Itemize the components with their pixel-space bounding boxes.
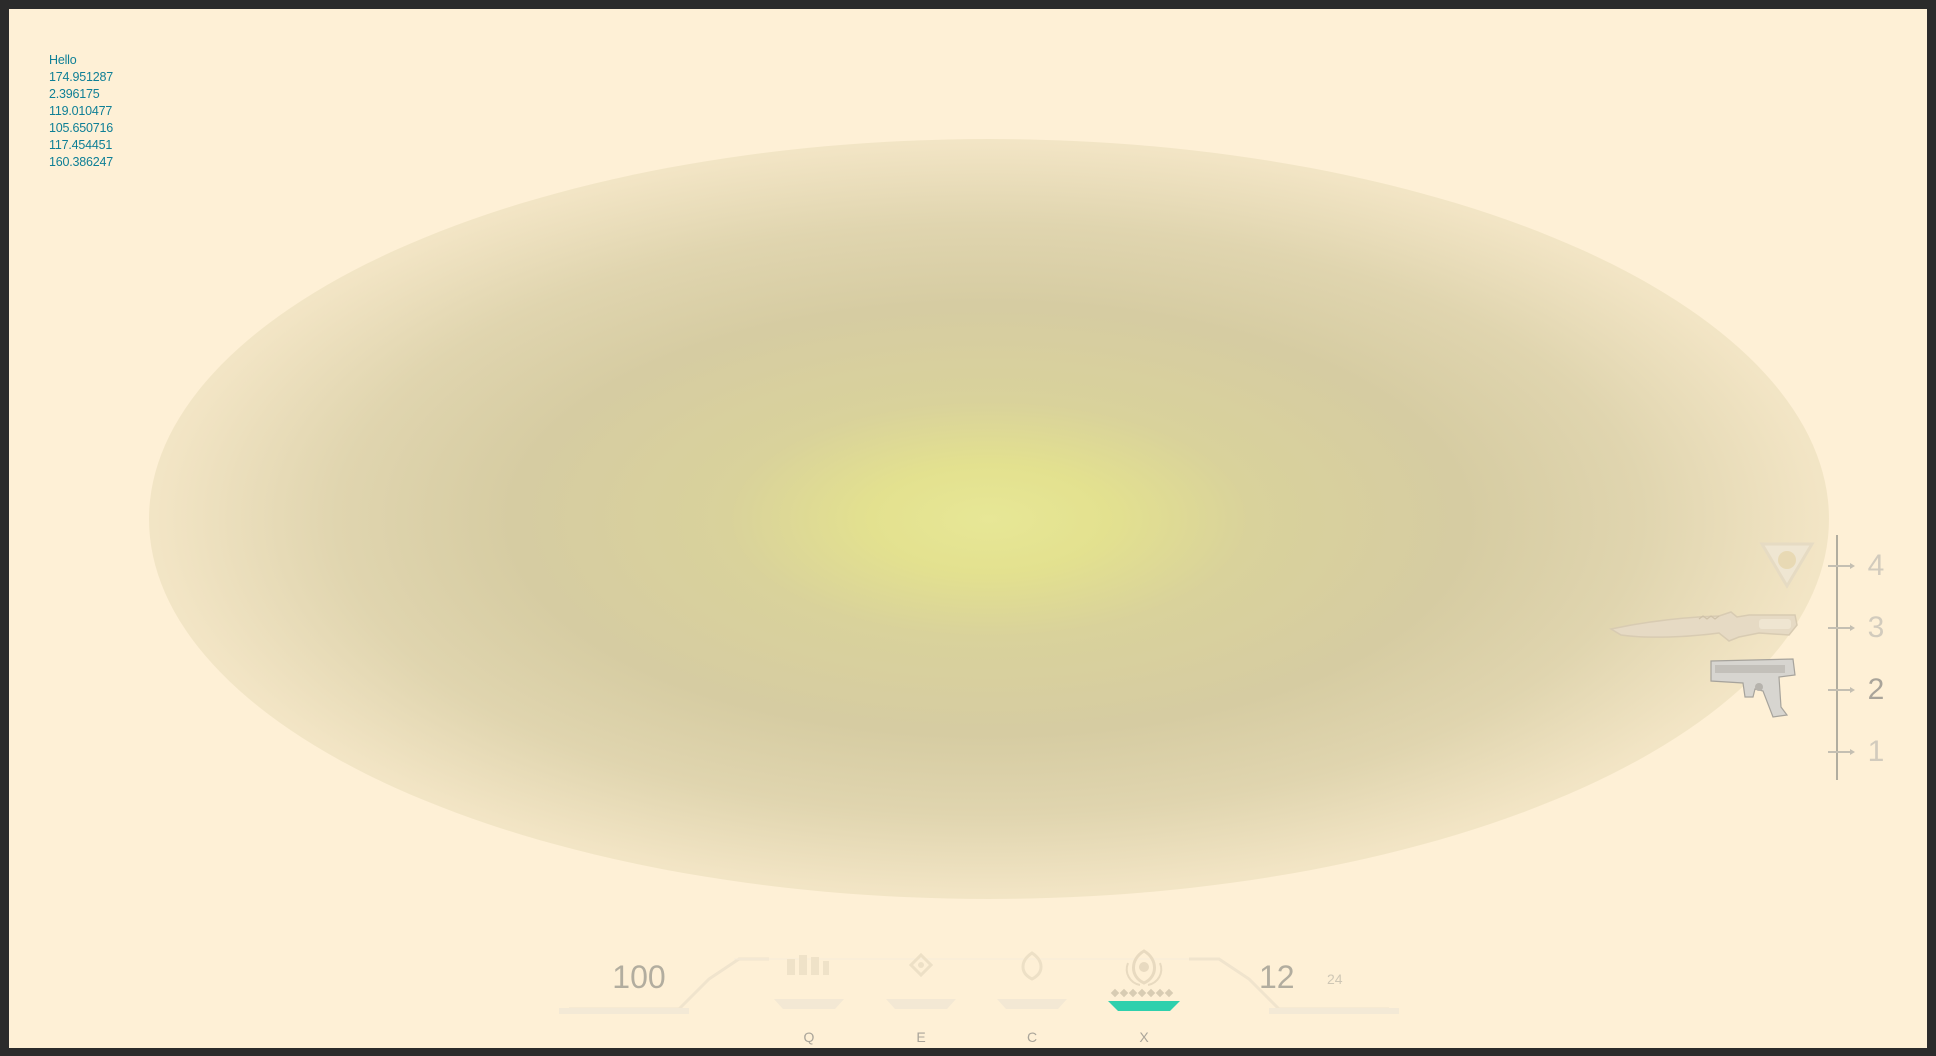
slot-number-active[interactable]: 2 [1861,673,1891,707]
ability-key-x: X [1139,1029,1149,1045]
slot-tick-icon [1828,625,1855,631]
ammo-value: 12 [1259,959,1295,995]
slot-number[interactable]: 4 [1861,549,1891,583]
health-value: 100 [612,959,666,995]
slot-tick-icon [1828,687,1855,693]
pistol-icon[interactable] [1709,657,1799,719]
debug-line: 160.386247 [49,155,114,169]
weapon-inventory: 4 3 2 1 [1609,524,1909,784]
slot-tick-icon [1828,563,1855,569]
bottom-hud: 100 12 24 Q E C X [549,939,1409,1048]
debug-line: 117.454451 [49,138,113,152]
debug-line: Hello [49,53,77,67]
ultimate-icon [1108,949,1180,1011]
debug-line: 2.396175 [49,87,100,101]
ability-e-icon [886,952,956,1009]
ability-e-button[interactable] [881,949,961,1019]
knife-icon[interactable] [1609,607,1799,647]
ability-c-icon [997,951,1067,1009]
slot-number[interactable]: 1 [1861,735,1891,769]
ability-c-button[interactable] [992,949,1072,1019]
ability-key-c: C [1026,1029,1038,1045]
debug-line: 174.951287 [49,70,114,84]
debug-line: 105.650716 [49,121,114,135]
ability-key-q: Q [803,1029,815,1045]
ability-q-icon [774,955,844,1009]
ability-q-button[interactable] [769,949,849,1019]
slot-tick-icon [1828,749,1855,755]
game-viewport: Hello 174.951287 2.396175 119.010477 105… [9,9,1927,1048]
debug-readout: Hello 174.951287 2.396175 119.010477 105… [49,52,113,171]
ability-key-e: E [916,1029,926,1045]
debug-line: 119.010477 [49,104,113,118]
ultimate-x-button[interactable] [1104,949,1184,1019]
slot-number[interactable]: 3 [1861,611,1891,645]
ammo-reserve: 24 [1327,971,1343,987]
inventory-rail [1836,535,1838,780]
smoke-haze [149,139,1829,899]
spike-icon[interactable] [1757,540,1817,592]
